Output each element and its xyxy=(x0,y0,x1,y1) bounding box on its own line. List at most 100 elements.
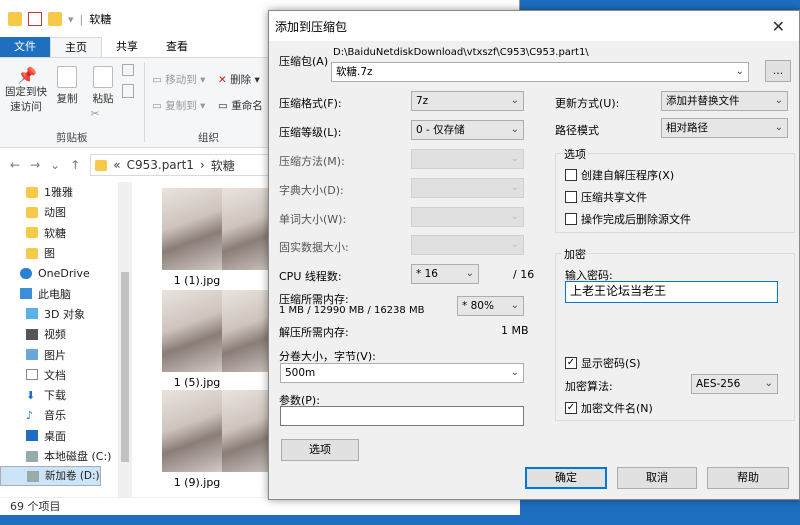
tab-share[interactable]: 共享 xyxy=(102,37,152,57)
shared-label: 压缩共享文件 xyxy=(581,191,647,204)
nav-item[interactable]: 图片 xyxy=(0,344,132,364)
ok-button[interactable]: 确定 xyxy=(525,467,607,489)
breadcrumb-part[interactable]: C953.part1 xyxy=(127,158,194,172)
copy-icon xyxy=(57,66,77,88)
encryption-method-select[interactable]: AES-256 ⌄ xyxy=(691,374,778,394)
tab-file[interactable]: 文件 xyxy=(0,37,50,57)
nav-label: 音乐 xyxy=(44,409,66,423)
move-to-button[interactable]: ▭ 移动到 ▾ xyxy=(152,72,205,87)
nav-item[interactable]: ♪ 音乐 xyxy=(0,405,132,425)
rename-button[interactable]: ▭ 重命名 xyxy=(218,98,263,113)
nav-scrollbar[interactable] xyxy=(118,182,132,497)
pin-to-quick-access-button[interactable]: 📌 固定到快速访问 xyxy=(4,66,48,114)
tab-view[interactable]: 查看 xyxy=(152,37,202,57)
nav-item-onedrive[interactable]: OneDrive xyxy=(0,263,132,283)
check-icon[interactable]: ✓ xyxy=(565,357,577,369)
level-label: 压缩等级(L): xyxy=(279,126,342,139)
nav-item[interactable]: ⬇ 下载 xyxy=(0,385,132,405)
nav-item[interactable]: 3D 对象 xyxy=(0,304,132,324)
properties-icon[interactable] xyxy=(28,12,42,26)
chevron-down-icon[interactable]: ⌄ xyxy=(736,63,744,81)
delete-button[interactable]: ✕ 删除 ▾ xyxy=(218,72,260,87)
drive-icon xyxy=(27,470,39,482)
word-select: ⌄ xyxy=(411,207,524,227)
show-password-checkbox[interactable]: ✓ 显示密码(S) xyxy=(565,355,641,371)
nav-item[interactable]: 视频 xyxy=(0,324,132,344)
shared-checkbox[interactable]: 压缩共享文件 xyxy=(565,189,647,205)
chevron-down-icon: ⌄ xyxy=(465,268,474,279)
nav-item-this-pc[interactable]: 此电脑 xyxy=(0,283,132,303)
checkbox-box[interactable] xyxy=(565,191,577,203)
encryption-method-label: 加密算法: xyxy=(565,380,613,393)
close-icon[interactable]: ✕ xyxy=(772,17,785,36)
nav-label: 下载 xyxy=(44,389,66,403)
chevron-down-icon[interactable]: ▾ xyxy=(68,13,74,26)
nav-label: OneDrive xyxy=(38,266,90,280)
download-icon: ⬇ xyxy=(26,388,36,402)
format-select[interactable]: 7z ⌄ xyxy=(411,91,524,111)
copy-path-icon[interactable] xyxy=(122,64,134,76)
help-button[interactable]: 帮助 xyxy=(707,467,789,489)
split-value: 500m xyxy=(285,367,316,379)
checkbox-box[interactable] xyxy=(565,213,577,225)
new-folder-icon[interactable] xyxy=(48,12,62,26)
up-icon[interactable]: ↑ xyxy=(70,158,80,172)
nav-item[interactable]: 本地磁盘 (C:) xyxy=(0,446,132,466)
chevron-down-icon: ⌄ xyxy=(774,95,783,106)
add-to-archive-dialog: 添加到压缩包 ✕ 压缩包(A) D:\BaiduNetdiskDownload\… xyxy=(268,10,800,500)
nav-label: 动图 xyxy=(44,206,66,220)
computer-icon xyxy=(20,288,32,300)
drive-icon xyxy=(26,450,38,462)
archive-name-combobox[interactable]: 软糖.7z ⌄ xyxy=(331,62,749,82)
chevron-down-icon: ⌄ xyxy=(510,211,519,222)
nav-item[interactable]: 动图 xyxy=(0,202,132,222)
sfx-checkbox[interactable]: 创建自解压程序(X) xyxy=(565,167,674,183)
delete-after-checkbox[interactable]: 操作完成后删除源文件 xyxy=(565,211,691,227)
desktop-icon xyxy=(26,430,38,442)
chevron-down-icon: ⌄ xyxy=(510,95,519,106)
address-overflow[interactable]: « xyxy=(113,158,120,172)
paste-button[interactable]: 粘贴 xyxy=(88,66,118,106)
tab-home[interactable]: 主页 xyxy=(50,37,102,57)
decomp-label: 解压所需内存: xyxy=(279,326,349,339)
nav-item[interactable]: 软糖 xyxy=(0,223,132,243)
copy-button[interactable]: 复制 xyxy=(52,66,82,106)
forward-icon[interactable]: → xyxy=(30,158,40,172)
params-input[interactable] xyxy=(280,406,524,426)
checkbox-box[interactable] xyxy=(565,169,577,181)
copy-to-button[interactable]: ▭ 复制到 ▾ xyxy=(152,98,205,113)
options-button[interactable]: 选项 xyxy=(281,439,359,461)
solid-label: 固实数据大小: xyxy=(279,241,349,254)
scrollbar-thumb[interactable] xyxy=(121,272,129,462)
update-label: 更新方式(U): xyxy=(555,97,620,110)
nav-item[interactable]: 桌面 xyxy=(0,426,132,446)
chevron-down-icon: ⌄ xyxy=(510,124,519,135)
organize-group-label: 组织 xyxy=(198,132,219,144)
nav-item[interactable]: 新加卷 (D:) xyxy=(0,466,101,487)
breadcrumb-part[interactable]: 软糖 xyxy=(211,157,235,174)
nav-item[interactable]: 文档 xyxy=(0,365,132,385)
encryption-group-title: 加密 xyxy=(562,246,588,262)
nav-item[interactable]: 1雅雅 xyxy=(0,182,132,202)
threads-select[interactable]: * 16 ⌄ xyxy=(411,264,479,284)
chevron-down-icon: ⌄ xyxy=(764,378,773,389)
dropdown-icon[interactable]: ⌄ xyxy=(50,158,60,172)
password-input[interactable]: 上老王论坛当老王 xyxy=(565,281,778,303)
update-select[interactable]: 添加并替换文件 ⌄ xyxy=(661,91,788,111)
mem-select[interactable]: * 80% ⌄ xyxy=(457,296,524,316)
encryption-method-value: AES-256 xyxy=(696,378,741,390)
chevron-down-icon[interactable]: ⌄ xyxy=(511,364,519,382)
level-value: 0 - 仅存储 xyxy=(416,124,465,136)
nav-item[interactable]: 图 xyxy=(0,243,132,263)
encrypt-names-checkbox[interactable]: ✓ 加密文件名(N) xyxy=(565,400,653,416)
solid-select: ⌄ xyxy=(411,235,524,255)
paste-shortcut-icon[interactable] xyxy=(122,84,134,98)
check-icon[interactable]: ✓ xyxy=(565,402,577,414)
back-icon[interactable]: ← xyxy=(10,158,20,172)
cancel-button[interactable]: 取消 xyxy=(617,467,697,489)
split-combobox[interactable]: 500m ⌄ xyxy=(280,363,524,383)
cut-icon[interactable]: ✂ xyxy=(88,108,102,120)
pathmode-select[interactable]: 相对路径 ⌄ xyxy=(661,118,788,138)
level-select[interactable]: 0 - 仅存储 ⌄ xyxy=(411,120,524,140)
browse-button[interactable]: ... xyxy=(765,60,791,82)
